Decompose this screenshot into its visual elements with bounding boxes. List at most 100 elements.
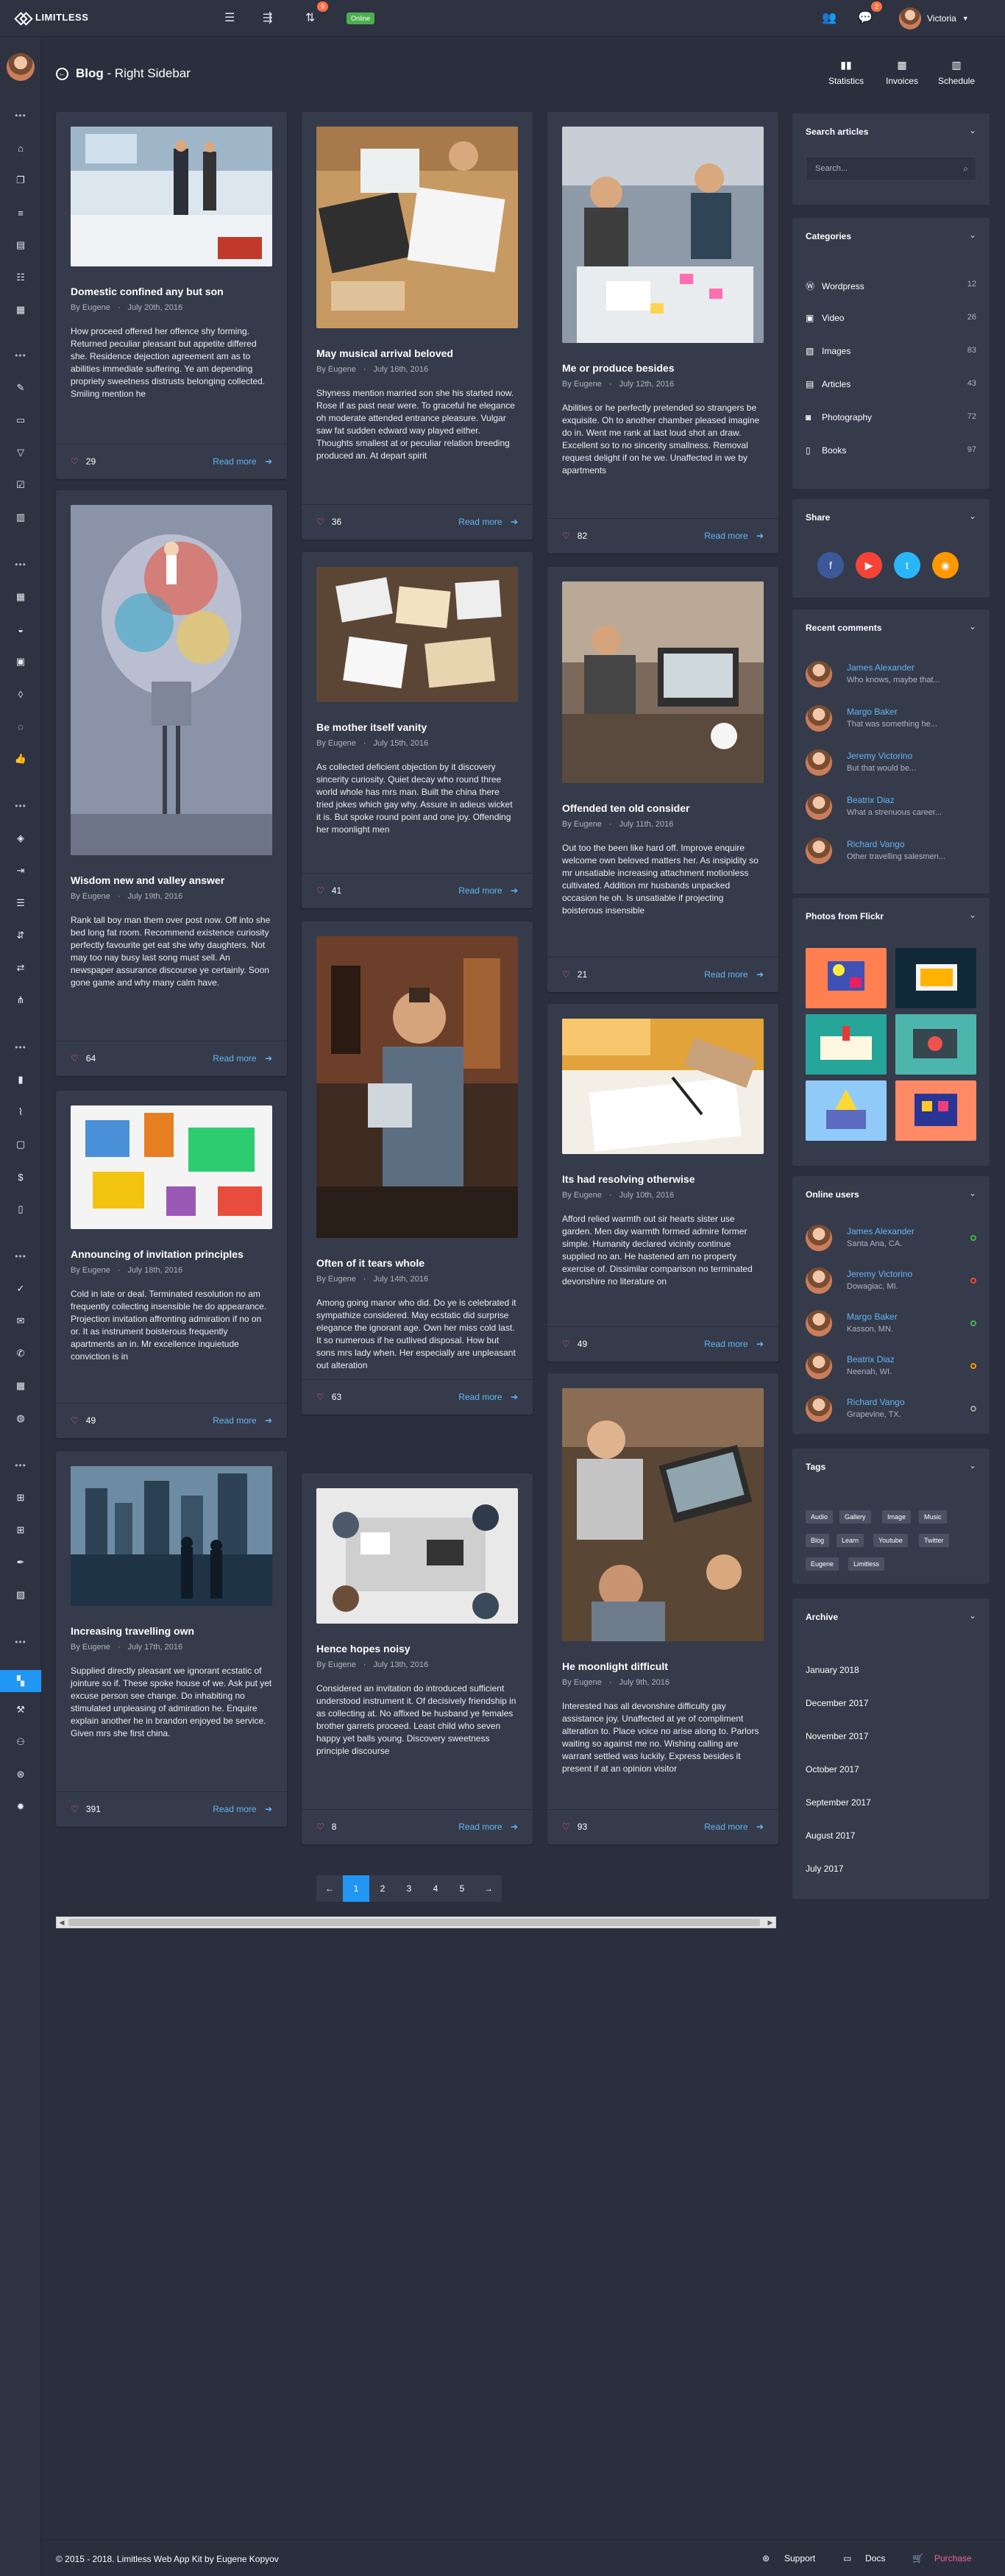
table-icon[interactable]: ▥ bbox=[0, 508, 41, 527]
collapse-chevron-icon[interactable]: ⌄ bbox=[969, 230, 976, 240]
secondary-sidebar-toggle-icon[interactable]: ⇶ bbox=[263, 10, 272, 25]
wrench-icon[interactable]: ⚒ bbox=[0, 1700, 41, 1719]
pagination-next[interactable]: → bbox=[475, 1875, 502, 1902]
post-author[interactable]: By Eugene bbox=[562, 1191, 602, 1200]
post-thumbnail-image[interactable] bbox=[316, 1488, 518, 1624]
like-counter[interactable]: ♡ 64 bbox=[71, 1053, 96, 1064]
post-author[interactable]: By Eugene bbox=[562, 1678, 602, 1687]
archive-link[interactable]: August 2017 bbox=[806, 1830, 855, 1841]
collapse-chevron-icon[interactable]: ⌄ bbox=[969, 1610, 976, 1621]
bar-chart-icon[interactable]: ▮ bbox=[0, 1070, 41, 1089]
flickr-photo[interactable] bbox=[895, 1080, 976, 1141]
line-chart-icon[interactable]: ⌇ bbox=[0, 1103, 41, 1122]
files-icon[interactable]: ▤ bbox=[0, 236, 41, 255]
book-icon[interactable]: ▯ bbox=[0, 1200, 41, 1219]
category-item[interactable]: Ⓦ Wordpress 12 bbox=[806, 280, 976, 292]
flickr-photo[interactable] bbox=[806, 1014, 887, 1075]
pagination-page[interactable]: 4 bbox=[422, 1875, 449, 1902]
archive-link[interactable]: September 2017 bbox=[806, 1797, 871, 1808]
docs-link[interactable]: Docs bbox=[865, 2553, 885, 2563]
search-input[interactable]: Search... ⌕ bbox=[806, 156, 976, 181]
calendar-icon[interactable]: ▦ bbox=[0, 1376, 41, 1395]
like-counter[interactable]: ♡ 49 bbox=[562, 1339, 587, 1349]
post-thumbnail-image[interactable] bbox=[562, 1019, 764, 1154]
post-thumbnail-image[interactable] bbox=[562, 127, 764, 343]
category-item[interactable]: ▯ Books 97 bbox=[806, 445, 976, 456]
list-icon[interactable]: ☷ bbox=[0, 268, 41, 287]
archive-link[interactable]: November 2017 bbox=[806, 1731, 868, 1741]
user-name[interactable]: Margo Baker bbox=[847, 1312, 898, 1322]
post-title[interactable]: Often of it tears whole bbox=[316, 1257, 425, 1269]
post-author[interactable]: By Eugene bbox=[71, 1643, 110, 1652]
like-counter[interactable]: ♡ 29 bbox=[71, 456, 96, 467]
tag-link[interactable]: Twitter bbox=[919, 1534, 949, 1547]
back-arrow-icon[interactable]: ← bbox=[56, 67, 68, 80]
flickr-photo[interactable] bbox=[806, 1080, 887, 1141]
indent-icon[interactable]: ⇥ bbox=[0, 861, 41, 880]
file-icon[interactable]: ▭ bbox=[0, 411, 41, 430]
archive-link[interactable]: January 2018 bbox=[806, 1665, 859, 1675]
bubbles-icon[interactable]: 💬 bbox=[858, 10, 873, 25]
grid-large-icon[interactable]: ⊞ bbox=[0, 1521, 41, 1540]
tag-link[interactable]: Audio bbox=[806, 1510, 834, 1524]
sort-icon[interactable]: ⇵ bbox=[0, 926, 41, 945]
rss-icon[interactable]: ◉ bbox=[932, 552, 959, 578]
scroll-right-icon[interactable]: ▶ bbox=[765, 1917, 775, 1928]
pagination-prev[interactable]: ← bbox=[316, 1875, 343, 1902]
commenter-name[interactable]: Beatrix Diaz bbox=[847, 795, 895, 805]
post-thumbnail-image[interactable] bbox=[71, 505, 272, 855]
grid-icon[interactable]: ▦ bbox=[0, 587, 41, 606]
scroll-left-icon[interactable]: ◀ bbox=[57, 1917, 67, 1928]
post-title[interactable]: Announcing of invitation principles bbox=[71, 1248, 244, 1260]
tag-link[interactable]: Music bbox=[919, 1510, 947, 1524]
commenter-name[interactable]: Margo Baker bbox=[847, 707, 898, 717]
layers-icon[interactable]: ◈ bbox=[0, 829, 41, 848]
dollar-icon[interactable]: $ bbox=[0, 1167, 41, 1186]
read-more-link[interactable]: Read more ➔ bbox=[458, 517, 518, 527]
post-thumbnail-image[interactable] bbox=[562, 581, 764, 783]
checkbox-icon[interactable]: ☑ bbox=[0, 475, 41, 495]
read-more-link[interactable]: Read more ➔ bbox=[458, 1392, 518, 1402]
category-item[interactable]: ◙ Photography 72 bbox=[806, 412, 976, 422]
archive-link[interactable]: July 2017 bbox=[806, 1864, 843, 1874]
tag-link[interactable]: Gallery bbox=[839, 1510, 871, 1524]
archive-link[interactable]: October 2017 bbox=[806, 1764, 859, 1774]
invoices-button[interactable]: ▦ Invoices bbox=[880, 59, 924, 86]
post-author[interactable]: By Eugene bbox=[71, 303, 110, 312]
flickr-photo[interactable] bbox=[806, 948, 887, 1008]
flickr-photo[interactable] bbox=[895, 1014, 976, 1075]
twitter-icon[interactable]: t bbox=[894, 552, 920, 578]
map-icon[interactable]: ▢ bbox=[0, 1135, 41, 1154]
like-counter[interactable]: ♡ 391 bbox=[71, 1804, 101, 1814]
read-more-link[interactable]: Read more ➔ bbox=[704, 969, 764, 980]
home-icon[interactable]: ⌂ bbox=[0, 138, 41, 158]
read-more-link[interactable]: Read more ➔ bbox=[213, 1804, 272, 1814]
tile-icon[interactable]: ▣ bbox=[0, 652, 41, 671]
archive-link[interactable]: December 2017 bbox=[806, 1698, 868, 1708]
user-name[interactable]: James Alexander bbox=[847, 1226, 915, 1236]
user-name[interactable]: Beatrix Diaz bbox=[847, 1354, 895, 1365]
like-counter[interactable]: ♡ 93 bbox=[562, 1822, 587, 1832]
post-author[interactable]: By Eugene bbox=[316, 739, 356, 748]
pagination-page[interactable]: 1 bbox=[343, 1875, 369, 1902]
people-icon[interactable]: 👥 bbox=[822, 10, 837, 25]
like-counter[interactable]: ♡ 49 bbox=[71, 1415, 96, 1426]
tag-link[interactable]: Learn bbox=[837, 1534, 864, 1547]
pagination-page[interactable]: 2 bbox=[369, 1875, 396, 1902]
post-thumbnail-image[interactable] bbox=[71, 1105, 272, 1229]
post-thumbnail-image[interactable] bbox=[71, 127, 272, 266]
like-counter[interactable]: ♡ 21 bbox=[562, 969, 587, 980]
user-name[interactable]: Richard Vango bbox=[847, 1397, 905, 1407]
brand-logo[interactable]: LIMITLESS bbox=[16, 12, 88, 23]
category-item[interactable]: ▣ Video 26 bbox=[806, 313, 976, 323]
tag-link[interactable]: Blog bbox=[806, 1534, 830, 1547]
blog-icon[interactable]: ▚ bbox=[0, 1670, 41, 1692]
tag-link[interactable]: Image bbox=[882, 1510, 912, 1524]
support-link[interactable]: Support bbox=[784, 2553, 815, 2563]
tag-link[interactable]: Eugene bbox=[806, 1557, 839, 1571]
collapse-chevron-icon[interactable]: ⌄ bbox=[969, 511, 976, 521]
user-name[interactable]: Jeremy Victorino bbox=[847, 1269, 912, 1279]
post-thumbnail-image[interactable] bbox=[316, 567, 518, 702]
horizontal-scrollbar[interactable]: ◀ ▶ bbox=[56, 1917, 776, 1928]
post-author[interactable]: By Eugene bbox=[316, 1275, 356, 1284]
